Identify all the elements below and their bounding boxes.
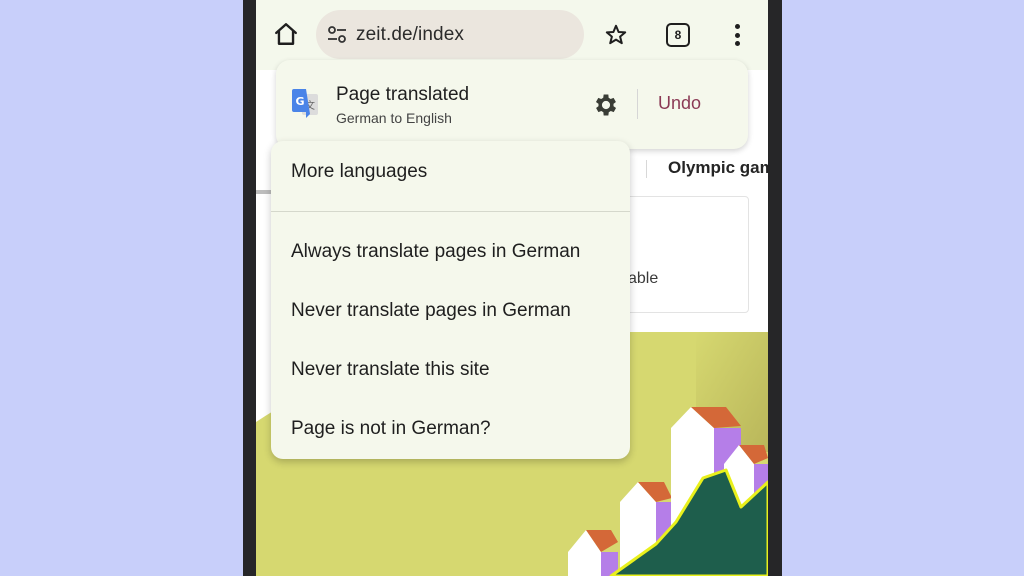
phone-frame: Olympic gam able zeit.de/index 8 文 G Pag… bbox=[243, 0, 782, 576]
translate-bubble: 文 G Page translated German to English Un… bbox=[276, 60, 748, 149]
tab-count: 8 bbox=[674, 28, 682, 42]
home-button[interactable] bbox=[272, 20, 300, 48]
gear-icon bbox=[595, 94, 617, 116]
menu-item-more-languages[interactable]: More languages bbox=[271, 147, 630, 197]
menu-item-never-translate-site[interactable]: Never translate this site bbox=[271, 345, 630, 395]
nav-item-olympic-games[interactable]: Olympic gam bbox=[668, 158, 768, 178]
undo-button[interactable]: Undo bbox=[658, 93, 701, 114]
address-bar[interactable]: zeit.de/index bbox=[316, 10, 584, 59]
menu-divider bbox=[271, 211, 630, 212]
browser-screen: Olympic gam able zeit.de/index 8 文 G Pag… bbox=[256, 0, 768, 576]
google-translate-icon: 文 G bbox=[290, 88, 320, 120]
svg-text:G: G bbox=[295, 95, 304, 108]
bubble-subtitle: German to English bbox=[336, 110, 452, 126]
bubble-title: Page translated bbox=[336, 84, 470, 105]
home-icon bbox=[275, 23, 297, 45]
translate-settings-button[interactable] bbox=[592, 91, 620, 119]
more-vert-icon[interactable] bbox=[730, 22, 744, 48]
nav-divider bbox=[646, 160, 647, 178]
menu-item-page-not-in-language[interactable]: Page is not in German? bbox=[271, 404, 630, 454]
tune-icon[interactable] bbox=[326, 24, 348, 46]
tab-switcher-button[interactable]: 8 bbox=[666, 23, 690, 47]
bubble-divider bbox=[637, 89, 638, 119]
menu-item-never-translate-language[interactable]: Never translate pages in German bbox=[271, 286, 630, 336]
star-outline-icon bbox=[605, 24, 627, 45]
card-text: able bbox=[628, 270, 659, 287]
bookmark-button[interactable] bbox=[603, 22, 629, 48]
menu-item-always-translate[interactable]: Always translate pages in German bbox=[271, 227, 630, 277]
url-text[interactable]: zeit.de/index bbox=[356, 24, 464, 46]
translate-options-menu: More languages Always translate pages in… bbox=[271, 141, 630, 459]
